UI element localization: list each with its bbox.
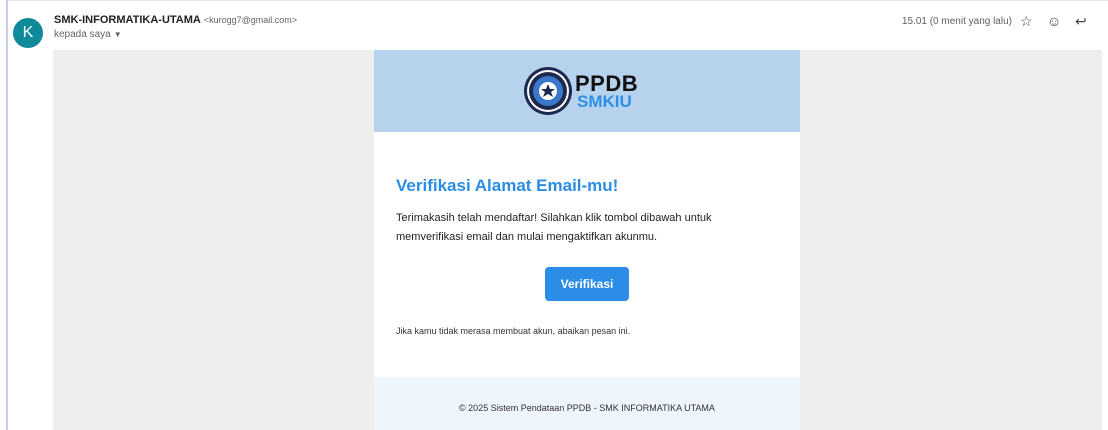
logo-text-smkiu: SMKIU (577, 92, 632, 111)
left-divider (6, 0, 8, 430)
sender-line: SMK-INFORMATIKA-UTAMA <kurogg7@gmail.com> (54, 14, 297, 26)
email-description: Terimakasih telah mendaftar! Silahkan kl… (396, 212, 712, 243)
footer-text: © 2025 Sistem Pendataan PPDB - SMK INFOR… (459, 403, 715, 413)
star-icon[interactable]: ☆ (1020, 13, 1033, 29)
reply-icon[interactable]: ↩ (1075, 13, 1087, 29)
chevron-down-icon: ▼ (113, 30, 122, 39)
email-title: Verifikasi Alamat Email-mu! (396, 176, 619, 195)
sender-name[interactable]: SMK-INFORMATIKA-UTAMA (54, 14, 201, 26)
verify-button[interactable]: Verifikasi (545, 267, 629, 301)
ignore-note: Jika kamu tidak merasa membuat akun, aba… (396, 326, 631, 336)
emoji-icon[interactable]: ☺ (1047, 13, 1061, 29)
school-emblem-icon (524, 67, 572, 115)
recipient-label: kepada saya (54, 29, 111, 40)
recipient-details-toggle[interactable]: kepada saya ▼ (54, 29, 122, 40)
message-timestamp: 15.01 (0 menit yang lalu) (901, 16, 1012, 27)
school-logo: PPDB SMKIU (522, 65, 652, 117)
sender-email: <kurogg7@gmail.com> (203, 15, 298, 25)
email-banner: PPDB SMKIU (374, 50, 800, 132)
email-card: PPDB SMKIU Verifikasi Alamat Email-mu! T… (374, 50, 800, 430)
email-footer: © 2025 Sistem Pendataan PPDB - SMK INFOR… (374, 377, 800, 430)
sender-avatar[interactable]: K (13, 18, 43, 48)
top-divider (6, 0, 1108, 1)
